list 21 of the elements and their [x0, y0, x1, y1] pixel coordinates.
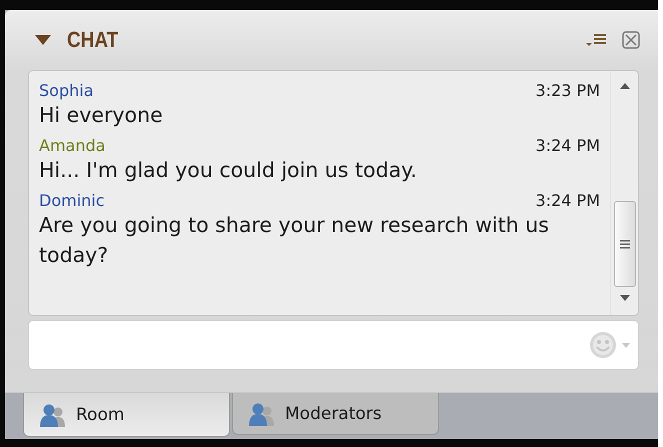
collapse-caret-icon[interactable] — [35, 35, 51, 45]
message-time: 3:23 PM — [536, 81, 600, 100]
close-icon[interactable] — [622, 31, 640, 49]
message-time: 3:24 PM — [536, 136, 600, 155]
message-text: Hi everyone — [39, 102, 164, 129]
message-input-field[interactable] — [28, 320, 639, 370]
scroll-down-icon[interactable] — [620, 295, 630, 301]
panel-title: CHAT — [67, 27, 118, 53]
users-icon — [247, 402, 277, 426]
scrollbar[interactable] — [610, 71, 638, 315]
scroll-thumb[interactable] — [614, 201, 636, 287]
author-name: Dominic — [39, 191, 105, 210]
message-text: Hi... I'm glad you could join us today. — [39, 157, 418, 184]
tab[interactable]: Room — [23, 393, 230, 437]
message-time: 3:24 PM — [536, 191, 600, 210]
author-name: Amanda — [39, 136, 106, 155]
scroll-up-icon[interactable] — [620, 83, 630, 89]
tab[interactable]: Moderators — [232, 393, 439, 435]
users-icon — [38, 402, 68, 426]
author-name: Sophia — [39, 81, 94, 100]
message-text: Are you going to share your new research with us today? — [39, 212, 550, 269]
